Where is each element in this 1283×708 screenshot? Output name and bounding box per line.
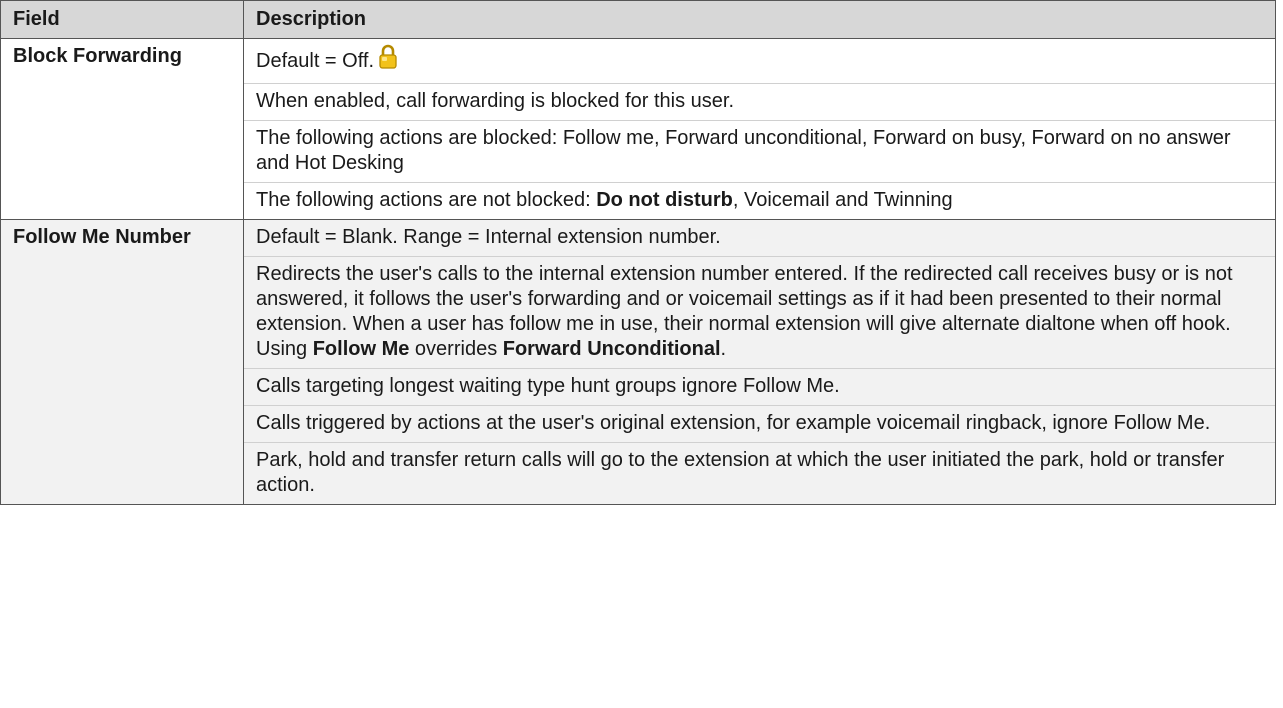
- description-paragraph: When enabled, call forwarding is blocked…: [244, 83, 1275, 120]
- field-name: Block Forwarding: [0, 38, 244, 220]
- lock-icon: [378, 44, 398, 77]
- description-paragraph: The following actions are not blocked: D…: [244, 182, 1275, 219]
- header-description: Description: [243, 0, 1276, 39]
- table-row: Follow Me Number Default = Blank. Range …: [0, 219, 1276, 505]
- field-description-table: Field Description Block Forwarding Defau…: [0, 0, 1276, 505]
- description-paragraph: Calls triggered by actions at the user's…: [244, 405, 1275, 442]
- description-paragraph: Calls targeting longest waiting type hun…: [244, 368, 1275, 405]
- description-paragraph: The following actions are blocked: Follo…: [244, 120, 1275, 182]
- field-description: Default = Off. When enabled, call forwar…: [243, 38, 1276, 220]
- field-description: Default = Blank. Range = Internal extens…: [243, 219, 1276, 505]
- table-header-row: Field Description: [0, 0, 1276, 39]
- description-paragraph: Redirects the user's calls to the intern…: [244, 256, 1275, 368]
- description-paragraph: Park, hold and transfer return calls wil…: [244, 442, 1275, 504]
- description-paragraph: Default = Off.: [244, 39, 1275, 83]
- header-field: Field: [0, 0, 244, 39]
- field-name: Follow Me Number: [0, 219, 244, 505]
- description-paragraph: Default = Blank. Range = Internal extens…: [256, 226, 721, 248]
- table-row: Block Forwarding Default = Off. When ena…: [0, 38, 1276, 220]
